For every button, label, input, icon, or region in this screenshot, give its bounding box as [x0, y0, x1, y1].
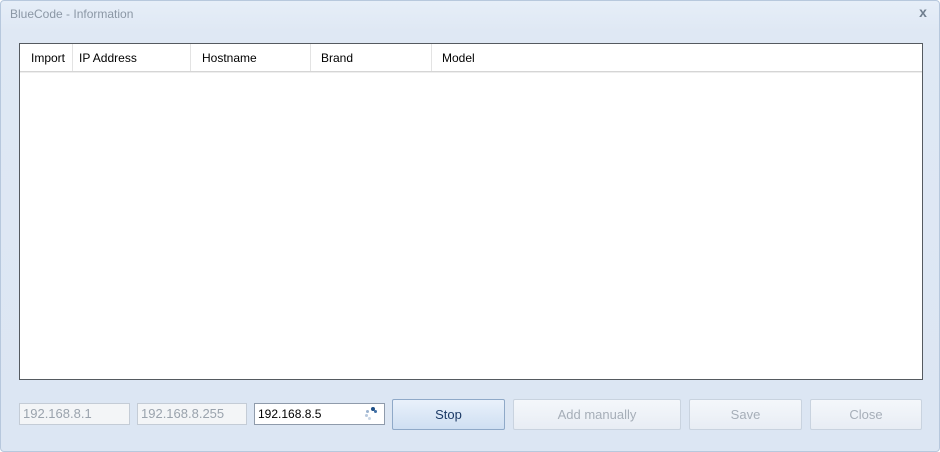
column-header-model[interactable]: Model — [432, 44, 920, 71]
stop-button[interactable]: Stop — [392, 399, 505, 430]
information-dialog: BlueCode - Information x Import IP Addre… — [0, 0, 940, 452]
busy-spinner-icon — [364, 407, 378, 421]
add-manually-button[interactable]: Add manually — [513, 399, 681, 430]
devices-list[interactable]: Import IP Address Hostname Brand Model — [19, 43, 923, 380]
range-start-field: 192.168.8.1 — [19, 403, 130, 425]
column-header-import[interactable]: Import — [25, 44, 73, 71]
title-bar[interactable]: BlueCode - Information x — [1, 1, 939, 27]
list-header: Import IP Address Hostname Brand Model — [20, 44, 922, 73]
current-ip-field: 192.168.8.5 — [254, 403, 385, 425]
column-header-ip-address[interactable]: IP Address — [73, 44, 191, 71]
close-window-icon[interactable]: x — [915, 4, 931, 20]
range-end-field: 192.168.8.255 — [137, 403, 247, 425]
column-header-hostname[interactable]: Hostname — [191, 44, 311, 71]
save-button[interactable]: Save — [689, 399, 802, 430]
column-header-brand[interactable]: Brand — [311, 44, 432, 71]
close-button[interactable]: Close — [810, 399, 922, 430]
current-ip-value: 192.168.8.5 — [258, 407, 322, 421]
window-title: BlueCode - Information — [10, 7, 134, 21]
